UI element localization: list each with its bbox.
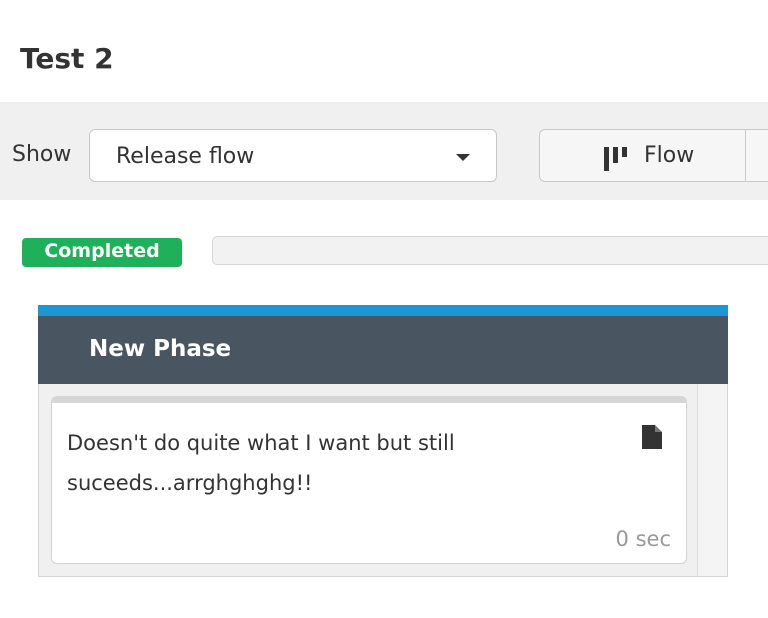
task-duration: 0 sec (615, 527, 671, 551)
view-select-value: Release flow (116, 144, 255, 169)
document-icon (642, 425, 662, 449)
phase-scrollbar[interactable] (697, 384, 727, 576)
phase-column: New Phase Doesn't do quite what I want b… (38, 305, 728, 577)
page-title: Test 2 (20, 42, 114, 75)
view-select[interactable]: Release flow (89, 129, 497, 182)
toolbar: Show Release flow Flow (0, 102, 768, 200)
flow-view-label: Flow (644, 143, 695, 168)
release-progress-bar (212, 236, 768, 265)
caret-down-icon (456, 154, 470, 161)
flow-view-button[interactable]: Flow (540, 130, 746, 181)
view-mode-button-group: Flow (539, 129, 768, 182)
show-label: Show (12, 142, 72, 167)
phase-accent-bar (38, 305, 728, 316)
status-badge: Completed (22, 238, 182, 267)
phase-body: Doesn't do quite what I want but still s… (38, 384, 728, 577)
task-card[interactable]: Doesn't do quite what I want but still s… (51, 396, 687, 564)
flow-board-icon (604, 147, 627, 171)
task-title: Doesn't do quite what I want but still s… (67, 431, 455, 495)
phase-header[interactable]: New Phase (38, 316, 728, 384)
phase-title: New Phase (89, 336, 232, 362)
